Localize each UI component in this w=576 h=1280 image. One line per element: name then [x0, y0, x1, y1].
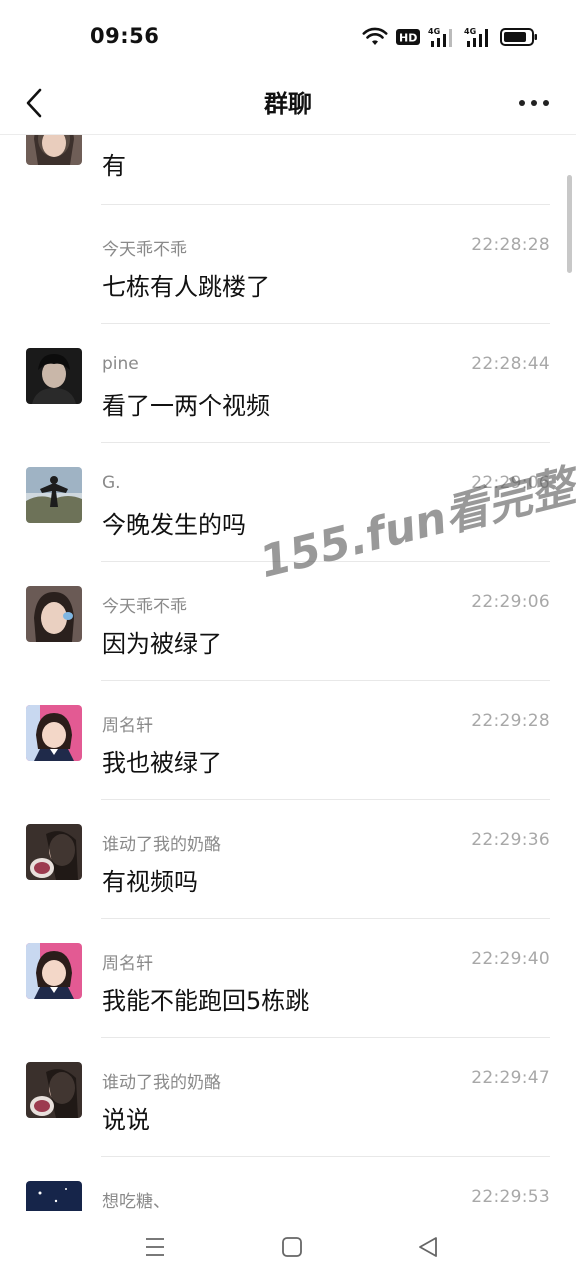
- sender-name[interactable]: G.: [102, 473, 121, 493]
- timestamp: 22:29:47: [471, 1068, 550, 1088]
- battery-icon: [500, 27, 538, 47]
- avatar[interactable]: [26, 586, 82, 642]
- list-item[interactable]: 周名轩 22:29:28 我也被绿了: [0, 681, 576, 800]
- sender-name[interactable]: 周名轩: [102, 949, 153, 974]
- system-nav-bar: [0, 1211, 576, 1280]
- sender-name[interactable]: 今天乖不乖: [102, 592, 187, 617]
- timestamp: 22:28:44: [471, 354, 550, 374]
- avatar[interactable]: [26, 1181, 82, 1211]
- home-button[interactable]: [278, 1233, 306, 1261]
- list-item[interactable]: 今天乖不乖 22:28:28 七栋有人跳楼了: [0, 205, 576, 324]
- timestamp: 22:28:28: [471, 235, 550, 255]
- message-text: 有视频吗: [102, 868, 198, 896]
- page-title: 群聊: [264, 90, 312, 118]
- status-bar: 09:56 HD 4G 4G: [0, 0, 576, 72]
- svg-text:HD: HD: [399, 32, 417, 45]
- more-options-button[interactable]: [512, 82, 556, 124]
- message-text: 说说: [102, 1106, 150, 1134]
- message-text: 有: [102, 152, 126, 180]
- back-triangle-icon: [419, 1237, 437, 1257]
- home-square-icon: [282, 1237, 302, 1257]
- menu-button[interactable]: [141, 1233, 169, 1261]
- sender-name[interactable]: 谁动了我的奶酪: [102, 830, 221, 855]
- avatar[interactable]: [26, 824, 82, 880]
- message-text: 今晚发生的吗: [102, 511, 246, 539]
- avatar[interactable]: [26, 135, 82, 165]
- message-text: 我也被绿了: [102, 749, 222, 777]
- message-text: 我能不能跑回5栋跳: [102, 987, 310, 1015]
- sender-name[interactable]: 想吃糖、: [102, 1187, 170, 1211]
- sender-name[interactable]: pine: [102, 354, 139, 374]
- more-dots-icon: [519, 100, 525, 106]
- svg-text:4G: 4G: [464, 27, 476, 36]
- status-time: 09:56: [90, 24, 160, 48]
- avatar[interactable]: [26, 467, 82, 523]
- list-item[interactable]: 想吃糖、 22:29:53: [0, 1157, 576, 1211]
- list-item[interactable]: 谁动了我的奶酪 22:29:47 说说: [0, 1038, 576, 1157]
- message-text: 因为被绿了: [102, 630, 222, 658]
- sender-name[interactable]: 周名轩: [102, 711, 153, 736]
- avatar[interactable]: [26, 348, 82, 404]
- sender-name[interactable]: 谁动了我的奶酪: [102, 1068, 221, 1093]
- message-text: 看了一两个视频: [102, 392, 270, 420]
- timestamp: 22:29:28: [471, 711, 550, 731]
- timestamp: 22:29:36: [471, 830, 550, 850]
- status-icons: HD 4G 4G: [362, 24, 538, 50]
- signal-4g-icon-2: 4G: [464, 26, 492, 48]
- avatar[interactable]: [26, 943, 82, 999]
- timestamp: 22:29:40: [471, 949, 550, 969]
- menu-icon: [146, 1238, 164, 1256]
- nav-bar: 群聊: [0, 72, 576, 135]
- timestamp: 22:29:06: [471, 592, 550, 612]
- avatar[interactable]: [26, 1062, 82, 1118]
- message-text: 七栋有人跳楼了: [102, 273, 270, 301]
- sender-name[interactable]: 今天乖不乖: [102, 235, 187, 260]
- list-item[interactable]: 有: [0, 135, 576, 205]
- list-item[interactable]: 周名轩 22:29:40 我能不能跑回5栋跳: [0, 919, 576, 1038]
- system-back-button[interactable]: [414, 1233, 442, 1261]
- signal-4g-icon: 4G: [428, 26, 456, 48]
- wifi-icon: [362, 27, 388, 47]
- scrollbar[interactable]: [567, 175, 572, 273]
- list-item[interactable]: 谁动了我的奶酪 22:29:36 有视频吗: [0, 800, 576, 919]
- list-item[interactable]: pine 22:28:44 看了一两个视频: [0, 324, 576, 443]
- svg-text:4G: 4G: [428, 27, 440, 36]
- message-list[interactable]: 有 今天乖不乖 22:28:28 七栋有人跳楼了 pine 22:28:44 看…: [0, 135, 576, 1211]
- hd-icon: HD: [396, 28, 420, 46]
- timestamp: 22:29:53: [471, 1187, 550, 1207]
- avatar[interactable]: [26, 705, 82, 761]
